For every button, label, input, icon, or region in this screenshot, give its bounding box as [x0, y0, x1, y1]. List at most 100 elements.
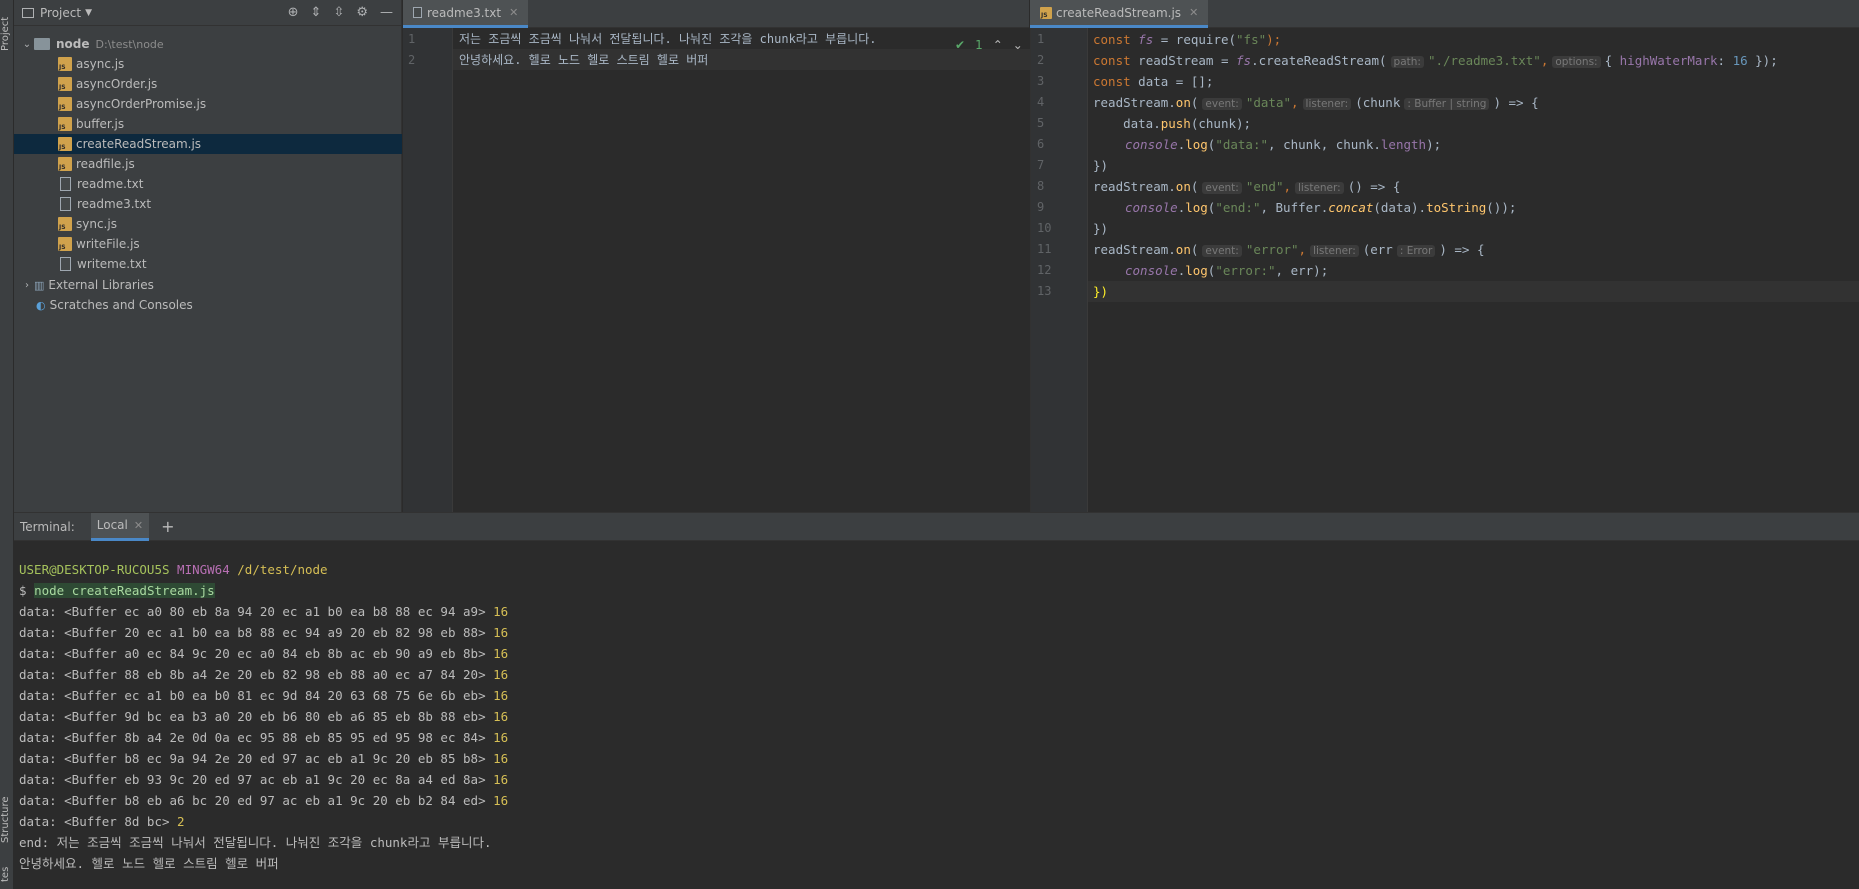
terminal-output-line: data: <Buffer 9d bc ea b3 a0 20 eb b6 80… [19, 709, 509, 724]
project-panel: Project ▼ ⊕ ⇕ ⇳ ⚙ — ⌄ node D:\test\node … [14, 0, 402, 512]
tree-file-item[interactable]: buffer.js [14, 114, 402, 134]
line-number: 12 [1037, 263, 1052, 277]
line-number: 11 [1037, 242, 1052, 256]
line-number-gutter: 1 2 [403, 28, 453, 512]
terminal-prompt-line: USER@DESKTOP-RUCOU5S MINGW64 /d/test/nod… [19, 562, 328, 577]
check-icon: ✔ [955, 38, 966, 52]
code-line: }) [1093, 284, 1109, 299]
line-number: 1 [1037, 32, 1045, 46]
js-file-icon [58, 237, 72, 251]
text-file-icon [60, 197, 71, 211]
right-editor-tabbar: createReadStream.js ✕ [1030, 0, 1859, 28]
line-number: 3 [1037, 74, 1045, 88]
chevron-down-icon[interactable]: ⌄ [1013, 38, 1023, 52]
line-number: 4 [1037, 95, 1045, 109]
project-view-icon [22, 7, 34, 18]
terminal-output-line: end: 저는 조금씩 조금씩 나눠서 전달됩니다. 나눠진 조각을 chunk… [19, 835, 492, 850]
js-file-icon [58, 217, 72, 231]
tree-file-item[interactable]: asyncOrderPromise.js [14, 94, 402, 114]
text-file-icon [413, 7, 422, 18]
tab-label: createReadStream.js [1056, 5, 1182, 20]
file-name: buffer.js [76, 117, 125, 131]
tree-root-node[interactable]: ⌄ node D:\test\node [14, 34, 402, 54]
tree-file-item[interactable]: sync.js [14, 214, 402, 234]
text-line: 저는 조금씩 조금씩 나눠서 전달됩니다. 나눠진 조각을 chunk라고 부릅… [459, 32, 877, 46]
tab-readme3-txt[interactable]: readme3.txt ✕ [403, 0, 529, 28]
close-icon[interactable]: ✕ [1189, 6, 1198, 19]
code-line: const fs = require("fs"); [1093, 32, 1282, 47]
code-line: const readStream = fs.createReadStream(p… [1093, 53, 1778, 68]
js-file-icon [58, 57, 72, 71]
new-terminal-icon[interactable]: + [161, 517, 174, 536]
scratches-label: Scratches and Consoles [49, 298, 193, 312]
line-number: 10 [1037, 221, 1052, 235]
inspection-widget[interactable]: ✔ 1 ⌃ ⌄ [955, 38, 1023, 52]
current-line-highlight [1088, 281, 1859, 302]
library-icon: ▥ [34, 278, 45, 292]
terminal-output-line: 안녕하세요. 헬로 노드 헬로 스트림 헬로 버퍼 [19, 856, 279, 871]
tree-file-item[interactable]: async.js [14, 54, 402, 74]
file-name: createReadStream.js [76, 137, 202, 151]
js-file-icon [58, 117, 72, 131]
text-file-icon [60, 257, 71, 271]
line-number: 8 [1037, 179, 1045, 193]
collapse-all-icon[interactable]: ⇳ [333, 5, 344, 20]
tree-file-item[interactable]: writeFile.js [14, 234, 402, 254]
terminal-output-line: data: <Buffer b8 ec 9a 94 2e 20 ed 97 ac… [19, 751, 509, 766]
file-name: writeme.txt [77, 257, 147, 271]
chevron-down-icon[interactable]: ⌄ [20, 39, 34, 50]
inspection-count: 1 [975, 38, 983, 52]
js-file-icon [1040, 6, 1052, 19]
tab-local-terminal[interactable]: Local ✕ [90, 512, 150, 541]
close-icon[interactable]: ✕ [509, 6, 518, 19]
terminal-output-line: data: <Buffer ec a0 80 eb 8a 94 20 ec a1… [19, 604, 509, 619]
scratches-icon: ◐ [36, 298, 46, 312]
gear-icon[interactable]: ⚙ [356, 5, 368, 20]
expand-all-icon[interactable]: ⇕ [311, 5, 322, 20]
file-name: asyncOrder.js [76, 77, 158, 91]
close-icon[interactable]: ✕ [134, 519, 143, 532]
root-folder-name: node [56, 37, 90, 51]
tab-createreadstream-js[interactable]: createReadStream.js ✕ [1030, 0, 1209, 28]
text-line: 안녕하세요. 헬로 노드 헬로 스트림 헬로 버퍼 [459, 53, 709, 67]
file-name: asyncOrderPromise.js [76, 97, 207, 111]
scratches-item[interactable]: ◐ Scratches and Consoles [14, 295, 402, 315]
project-view-selector[interactable]: Project [40, 6, 81, 20]
code-line: console.log("error:", err); [1125, 263, 1329, 278]
structure-tool-tab[interactable]: Structure [0, 790, 14, 850]
tree-file-item[interactable]: writeme.txt [14, 254, 402, 274]
code-line: }) [1093, 221, 1109, 236]
terminal-output-line: data: <Buffer eb 93 9c 20 ed 97 ac eb a1… [19, 772, 509, 787]
file-name: readme.txt [77, 177, 144, 191]
tree-file-item[interactable]: asyncOrder.js [14, 74, 402, 94]
file-name: writeFile.js [76, 237, 140, 251]
tree-file-item[interactable]: readme3.txt [14, 194, 402, 214]
left-editor[interactable]: 1 2 저는 조금씩 조금씩 나눠서 전달됩니다. 나눠진 조각을 chunk라… [403, 28, 1079, 512]
tree-file-item-selected[interactable]: createReadStream.js [14, 134, 402, 154]
terminal-panel[interactable]: Terminal: Local ✕ + USER@DESKTOP-RUCOU5S… [14, 512, 1859, 889]
line-number: 13 [1037, 284, 1052, 298]
chevron-down-icon[interactable]: ▼ [85, 8, 92, 18]
right-editor[interactable]: 1 2 3 4 5 6 7 8 9 10 11 12 13 const fs =… [1030, 28, 1859, 512]
favorites-tool-tab[interactable]: tes [0, 862, 14, 886]
terminal-output-line: data: <Buffer 8b a4 2e 0d 0a ec 95 88 eb… [19, 730, 509, 745]
project-tool-tab[interactable]: Project [0, 4, 14, 64]
hide-icon[interactable]: — [380, 5, 393, 20]
tree-file-item[interactable]: readme.txt [14, 174, 402, 194]
file-name: readfile.js [76, 157, 135, 171]
code-line: }) [1093, 158, 1109, 173]
folder-icon [34, 38, 50, 50]
root-folder-path: D:\test\node [95, 37, 164, 51]
text-file-icon [60, 177, 71, 191]
left-tool-strip: Project Structure tes [0, 0, 14, 889]
terminal-label: Terminal: [20, 519, 75, 534]
file-name: async.js [76, 57, 125, 71]
external-libraries-item[interactable]: › ▥ External Libraries [14, 275, 402, 295]
chevron-up-icon[interactable]: ⌃ [993, 38, 1003, 52]
locate-icon[interactable]: ⊕ [288, 5, 299, 20]
code-line: readStream.on(event: "data", listener: (chu… [1093, 95, 1539, 110]
js-file-icon [58, 137, 72, 151]
chevron-right-icon[interactable]: › [20, 280, 34, 291]
tree-file-item[interactable]: readfile.js [14, 154, 402, 174]
terminal-tab-label: Local [96, 518, 128, 532]
